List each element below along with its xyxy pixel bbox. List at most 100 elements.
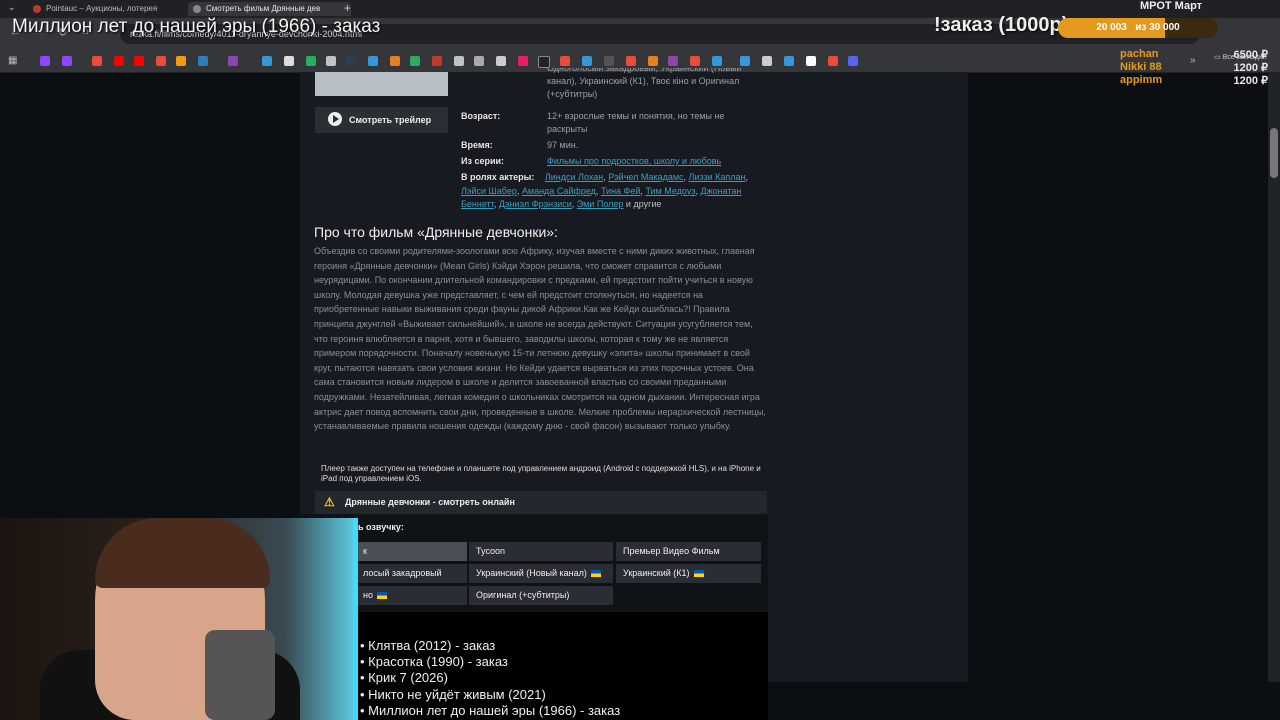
telegram-bookmark-icon[interactable]	[712, 56, 722, 66]
bookmark-icon[interactable]	[326, 56, 336, 66]
tab-search-icon[interactable]: ⌄	[8, 2, 16, 13]
age-value: 12+ взрослые темы и понятия, но темы не …	[547, 111, 725, 134]
bookmark-icon[interactable]	[368, 56, 378, 66]
bookmark-icon[interactable]	[762, 56, 772, 66]
trailer-label: Смотреть трейлер	[349, 115, 432, 125]
actors-row: В ролях актеры: Линдси Лохан, Рэйчел Мак…	[461, 172, 749, 209]
tab-rezka[interactable]: Смотреть фильм Дрянные дев	[188, 2, 351, 16]
bookmark-icon[interactable]	[784, 56, 794, 66]
series-label: Из серии:	[461, 156, 505, 166]
bookmark-icon[interactable]	[284, 56, 294, 66]
voice-button-label: Украинский (К1)	[623, 568, 690, 578]
new-tab-plus-icon[interactable]: +	[344, 1, 351, 15]
bookmark-icon[interactable]	[690, 56, 700, 66]
tab-label: Смотреть фильм Дрянные дев	[206, 4, 321, 13]
bookmark-icon[interactable]	[560, 56, 570, 66]
actor-link[interactable]: Эми Полер	[577, 199, 624, 209]
queue-item: • Клятва (2012) - заказ	[360, 638, 496, 653]
series-link[interactable]: Фильмы про подростков, школу и любовь	[547, 156, 721, 166]
bookmark-icon[interactable]	[626, 56, 636, 66]
ukraine-flag-icon	[693, 570, 704, 578]
voice-button-label: Украинский (Новый канал)	[476, 568, 587, 578]
bookmark-icon[interactable]	[198, 56, 208, 66]
telegram-bookmark-icon[interactable]	[740, 56, 750, 66]
microphone-icon	[205, 630, 275, 720]
bookmark-icon[interactable]	[604, 56, 614, 66]
donor-amount: 1200 ₽	[1233, 62, 1268, 74]
bookmark-icon[interactable]	[474, 56, 484, 66]
bookmark-icon[interactable]	[496, 56, 506, 66]
scrollbar-thumb[interactable]	[1270, 128, 1278, 178]
mail-bookmark-icon[interactable]	[176, 56, 186, 66]
voice-button[interactable]: Tycoon	[469, 542, 613, 561]
discord-bookmark-icon[interactable]	[848, 56, 858, 66]
now-playing-title: Миллион лет до нашей эры (1966) - заказ	[12, 16, 381, 37]
voices-text: Одноголосый закадровый, Украинский (Новы…	[547, 68, 742, 99]
warning-icon: ⚠	[324, 495, 335, 509]
voice-button[interactable]: к	[356, 542, 467, 561]
bookmark-icon[interactable]	[806, 56, 816, 66]
bookmark-icon[interactable]	[668, 56, 678, 66]
webcam-border	[353, 518, 358, 720]
goal-title: МРОТ Март	[1140, 0, 1203, 12]
bookmark-icon[interactable]	[648, 56, 658, 66]
voice-button[interactable]: но	[356, 586, 467, 605]
bookmark-icon[interactable]	[346, 56, 356, 66]
voice-button-label: Премьер Видео Фильм	[623, 546, 720, 556]
bookmark-icon[interactable]	[306, 56, 316, 66]
bookmark-icon[interactable]	[262, 56, 272, 66]
actor-link[interactable]: Лэйси Шабер	[461, 186, 517, 196]
actor-link[interactable]: Аманда Сайфред	[522, 186, 596, 196]
bookmark-icon[interactable]	[828, 56, 838, 66]
actor-link[interactable]: Рэйчел Макадамс	[608, 172, 683, 182]
watch-online-label: Дрянные девчонки - смотреть онлайн	[345, 497, 515, 507]
donation-goal-bar: 20 003 из 30 000	[1058, 18, 1218, 38]
bookmark-icon[interactable]	[156, 56, 166, 66]
bookmark-icon[interactable]	[454, 56, 464, 66]
actor-link[interactable]: Дэниэл Фрэнзиси	[499, 199, 572, 209]
donor-name: appimm	[1120, 74, 1163, 86]
film-poster[interactable]	[315, 72, 448, 96]
youtube-bookmark-icon[interactable]	[114, 56, 124, 66]
donor-amount: 6500 ₽	[1233, 49, 1268, 61]
donor-name: pachan	[1120, 48, 1159, 60]
time-label: Время:	[461, 140, 493, 150]
voice-button[interactable]: Оригинал (+субтитры)	[469, 586, 613, 605]
twitch-bookmark-icon[interactable]	[40, 56, 50, 66]
bookmark-icon[interactable]	[92, 56, 102, 66]
queue-item: • Никто не уйдёт живым (2021)	[360, 686, 546, 702]
voice-button[interactable]: Украинский (Новый канал)	[469, 564, 613, 583]
actor-link[interactable]: Тина Фей	[601, 186, 640, 196]
bookmark-icon[interactable]	[432, 56, 442, 66]
bookmark-icon[interactable]	[410, 56, 420, 66]
actor-link[interactable]: Лиззи Каплан	[689, 172, 746, 182]
actor-link[interactable]: Тим Медоуз	[645, 186, 695, 196]
bookmark-icon[interactable]	[228, 56, 238, 66]
donor-amount: 1200 ₽	[1233, 75, 1268, 87]
voice-button[interactable]: лосый закадровый	[356, 564, 467, 583]
youtube-bookmark-icon[interactable]	[134, 56, 144, 66]
queue-item: • Красотка (1990) - заказ	[360, 654, 508, 670]
voice-button-label: Tycoon	[476, 546, 506, 556]
watch-trailer-button[interactable]: Смотреть трейлер	[315, 107, 448, 133]
queue-item: • Крик 7 (2026)	[360, 670, 448, 686]
goal-total: из 30 000	[1135, 22, 1180, 33]
donor-name: Nikki 88	[1120, 61, 1162, 73]
voice-select-label: ь озвучку:	[358, 522, 404, 532]
voice-button[interactable]: Украинский (К1)	[616, 564, 761, 583]
bookmark-icon[interactable]	[538, 56, 550, 68]
order-price-label: !заказ (1000р)	[934, 14, 1069, 36]
rezka-favicon-icon	[193, 5, 201, 13]
bookmark-icon[interactable]	[582, 56, 592, 66]
tab-pointauc[interactable]: Pointauc – Аукционы, лотерея	[28, 2, 176, 16]
age-label: Возраст:	[461, 111, 501, 121]
bookmark-icon[interactable]	[390, 56, 400, 66]
voice-button[interactable]: Премьер Видео Фильм	[616, 542, 761, 561]
twitch-m-bookmark-icon[interactable]	[62, 56, 72, 66]
actor-link[interactable]: Линдси Лохан	[545, 172, 603, 182]
actors-suffix: и другие	[625, 199, 662, 209]
queue-item: • Миллион лет до нашей эры (1966) - зака…	[360, 702, 621, 718]
donor-row: appimm 1200 ₽	[1120, 74, 1268, 87]
apps-grid-icon[interactable]: ▦	[8, 55, 17, 66]
bookmark-icon[interactable]	[518, 56, 528, 66]
